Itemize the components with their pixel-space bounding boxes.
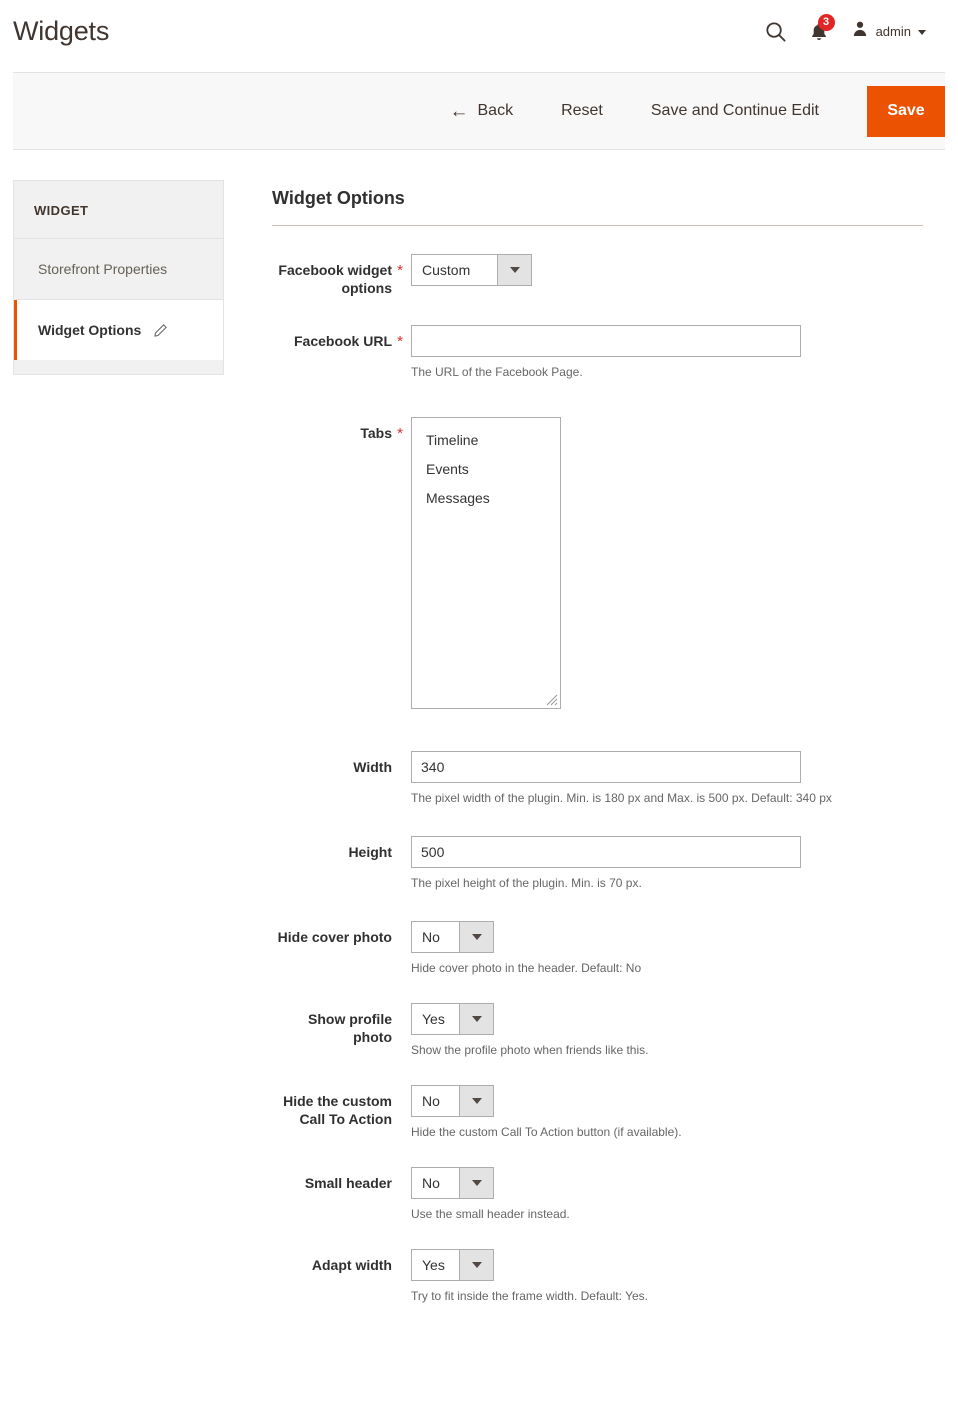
chevron-down-icon <box>497 255 531 285</box>
sidebar-item-label: Widget Options <box>38 322 142 338</box>
save-and-continue-edit-label: Save and Continue Edit <box>650 102 819 119</box>
field-width: Width * The pixel width of the plugin. M… <box>272 751 923 807</box>
field-label: Height <box>348 844 392 860</box>
select-value: No <box>422 929 440 945</box>
arrow-left-icon: ← <box>449 100 469 122</box>
required-asterisk-placeholder: * <box>392 1167 408 1193</box>
chevron-down-icon <box>918 29 926 35</box>
field-label: Show profile photo <box>308 1011 392 1045</box>
field-label: Hide the custom Call To Action <box>283 1093 392 1127</box>
hide-cover-photo-select[interactable]: No <box>411 921 494 953</box>
header-actions: 3 admin <box>764 13 938 43</box>
field-height: Height * The pixel height of the plugin.… <box>272 836 923 892</box>
required-asterisk-placeholder: * <box>392 921 408 947</box>
field-label: Hide cover photo <box>277 929 392 945</box>
field-note: Try to fit inside the frame width. Defau… <box>411 1289 648 1303</box>
sidebar-item-storefront-properties[interactable]: Storefront Properties <box>14 239 223 300</box>
required-asterisk-placeholder: * <box>392 1085 408 1111</box>
field-label: Small header <box>304 1175 392 1191</box>
user-icon <box>851 19 869 43</box>
reset-button[interactable]: Reset <box>561 102 603 120</box>
select-value: Custom <box>422 262 471 278</box>
adapt-width-select[interactable]: Yes <box>411 1249 494 1281</box>
notifications-bell-icon[interactable]: 3 <box>809 13 835 42</box>
page-header: Widgets 3 admin <box>0 0 958 62</box>
save-button[interactable]: Save <box>867 85 945 137</box>
chevron-down-icon <box>459 1250 493 1280</box>
field-show-profile-photo: Show profile photo * Yes Show the profil… <box>272 1003 923 1059</box>
multiselect-option[interactable]: Timeline <box>412 426 560 455</box>
facebook-url-input[interactable] <box>411 325 801 357</box>
multiselect-option[interactable]: Events <box>412 455 560 484</box>
facebook-widget-options-select[interactable]: Custom <box>411 254 532 286</box>
required-asterisk: * <box>397 333 403 350</box>
save-and-continue-edit-button[interactable]: Save and Continue Edit <box>651 102 819 120</box>
height-input[interactable] <box>411 836 801 868</box>
field-hide-custom-call-to-action: Hide the custom Call To Action * No Hide… <box>272 1085 923 1141</box>
field-note: The URL of the Facebook Page. <box>411 365 583 379</box>
field-label: Width <box>353 759 392 775</box>
resize-handle-icon[interactable] <box>546 694 558 706</box>
show-profile-photo-select[interactable]: Yes <box>411 1003 494 1035</box>
admin-name-label: admin <box>875 23 911 39</box>
required-asterisk: * <box>397 262 403 279</box>
select-value: No <box>422 1175 440 1191</box>
field-label: Adapt width <box>311 1257 392 1273</box>
hide-custom-call-to-action-select[interactable]: No <box>411 1085 494 1117</box>
field-note: Use the small header instead. <box>411 1207 570 1221</box>
back-button[interactable]: ← Back <box>450 102 514 121</box>
required-asterisk-placeholder: * <box>392 1003 408 1029</box>
sidebar-item-label: Storefront Properties <box>38 261 168 277</box>
page-title: Widgets <box>13 15 110 46</box>
main-layout: WIDGET Storefront Properties Widget Opti… <box>0 150 958 1305</box>
field-facebook-url: Facebook URL * The URL of the Facebook P… <box>272 325 923 381</box>
widget-sidebar: WIDGET Storefront Properties Widget Opti… <box>13 180 224 375</box>
back-button-label: Back <box>477 102 514 119</box>
width-input[interactable] <box>411 751 801 783</box>
required-asterisk-placeholder: * <box>392 836 408 862</box>
required-asterisk-placeholder: * <box>392 1249 408 1275</box>
field-label: Facebook URL <box>293 333 392 349</box>
pencil-icon <box>153 323 168 338</box>
field-facebook-widget-options: Facebook widget options * Custom <box>272 254 923 297</box>
chevron-down-icon <box>459 1004 493 1034</box>
field-note: Show the profile photo when friends like… <box>411 1043 649 1057</box>
search-icon[interactable] <box>764 20 787 43</box>
reset-button-label: Reset <box>561 102 603 119</box>
small-header-select[interactable]: No <box>411 1167 494 1199</box>
field-tabs: Tabs * Timeline Events Messages <box>272 417 923 709</box>
field-small-header: Small header * No Use the small header i… <box>272 1167 923 1223</box>
field-note: Hide the custom Call To Action button (i… <box>411 1125 682 1139</box>
chevron-down-icon <box>459 922 493 952</box>
field-hide-cover-photo: Hide cover photo * No Hide cover photo i… <box>272 921 923 977</box>
field-note: Hide cover photo in the header. Default:… <box>411 961 642 975</box>
field-label: Facebook widget options <box>278 262 392 296</box>
required-asterisk-placeholder: * <box>392 751 408 777</box>
required-asterisk: * <box>397 425 403 442</box>
tabs-multiselect[interactable]: Timeline Events Messages <box>411 417 561 709</box>
widget-options-panel: Widget Options Facebook widget options *… <box>224 180 945 1305</box>
chevron-down-icon <box>459 1168 493 1198</box>
field-label: Tabs <box>360 425 392 441</box>
sidebar-item-widget-options[interactable]: Widget Options <box>14 300 223 360</box>
page-actions-toolbar: ← Back Reset Save and Continue Edit Save <box>13 72 945 150</box>
multiselect-option[interactable]: Messages <box>412 484 560 513</box>
select-value: Yes <box>422 1257 445 1273</box>
select-value: Yes <box>422 1011 445 1027</box>
section-title: Widget Options <box>272 188 923 226</box>
admin-menu[interactable]: admin <box>851 19 926 43</box>
field-note: The pixel width of the plugin. Min. is 1… <box>411 791 832 805</box>
chevron-down-icon <box>459 1086 493 1116</box>
sidebar-title: WIDGET <box>14 181 223 239</box>
select-value: No <box>422 1093 440 1109</box>
notifications-count-badge: 3 <box>817 13 835 31</box>
field-adapt-width: Adapt width * Yes Try to fit inside the … <box>272 1249 923 1305</box>
field-note: The pixel height of the plugin. Min. is … <box>411 876 642 890</box>
